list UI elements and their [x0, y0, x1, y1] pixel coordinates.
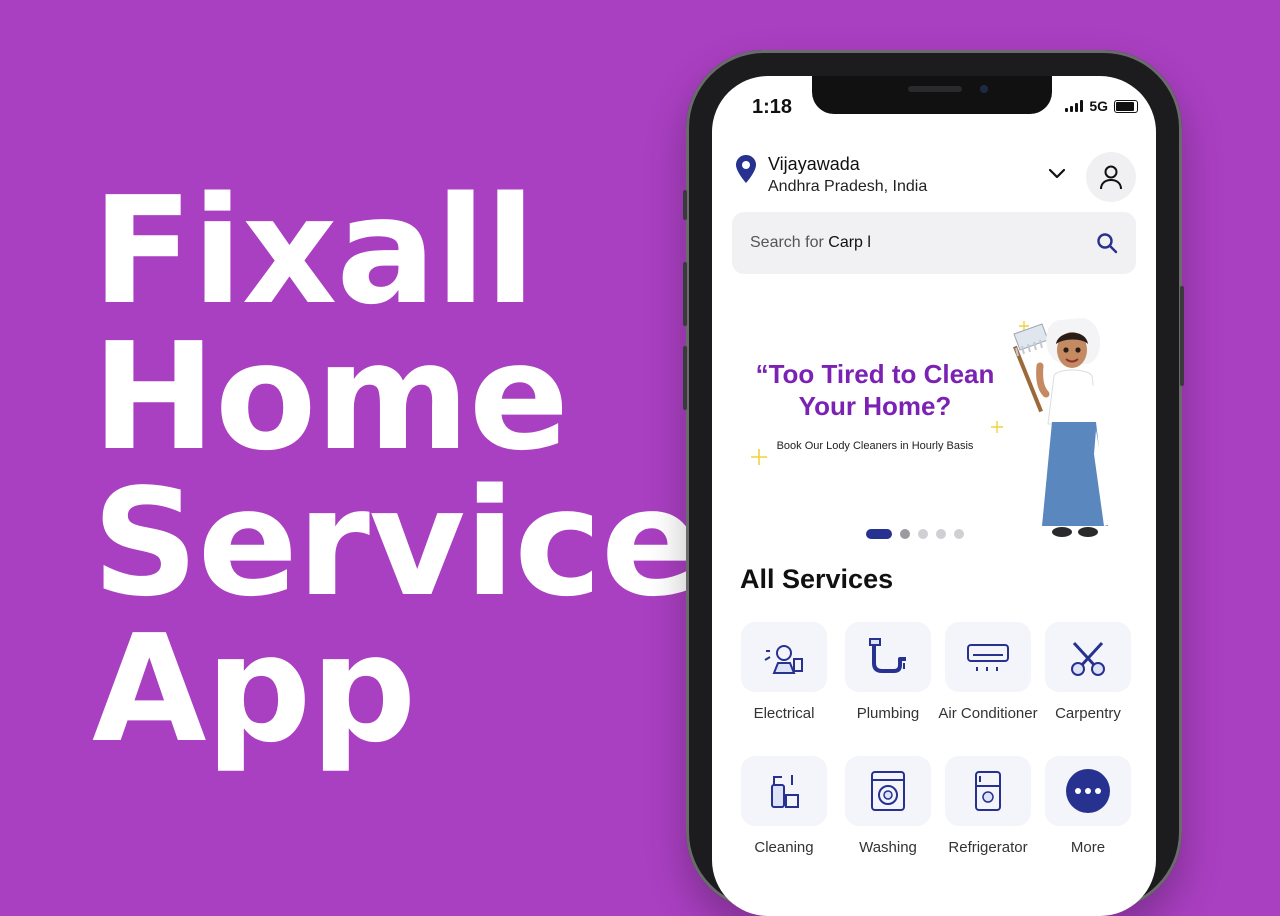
phone-volume-down	[683, 346, 687, 410]
phone-volume-up	[683, 262, 687, 326]
plumbing-icon	[869, 638, 906, 673]
search-icon[interactable]	[1096, 232, 1118, 254]
profile-button[interactable]	[1086, 152, 1136, 202]
service-tile	[1045, 622, 1131, 692]
cleaning-icon	[771, 775, 799, 808]
electrical-icon	[764, 645, 803, 674]
air-conditioner-icon	[967, 644, 1009, 671]
battery-icon	[1114, 99, 1138, 113]
user-icon	[1100, 165, 1122, 190]
phone-mute-switch	[683, 190, 687, 220]
search-prefix: Search for	[750, 234, 824, 251]
service-carpentry[interactable]: Carpentry	[1038, 622, 1138, 723]
chevron-down-icon[interactable]	[1046, 162, 1068, 184]
carousel-dot[interactable]	[900, 529, 910, 539]
search-query: Carp l	[828, 234, 871, 251]
network-label: 5G	[1089, 98, 1108, 114]
location-text: Vijayawada Andhra Pradesh, India	[768, 154, 927, 196]
service-electrical[interactable]: Electrical	[734, 622, 834, 723]
service-tile	[1045, 756, 1131, 826]
service-label: Plumbing	[856, 705, 920, 722]
hero-line-3: Services	[92, 457, 788, 629]
service-plumbing[interactable]: Plumbing	[838, 622, 938, 723]
service-tile	[945, 756, 1031, 826]
carousel-indicators	[866, 529, 964, 539]
section-title: All Services	[740, 564, 894, 594]
service-label: Air Conditioner	[938, 705, 1038, 722]
carousel-dot-active[interactable]	[866, 529, 892, 539]
refrigerator-icon	[975, 771, 1001, 811]
banner-subtitle: Book Our Lody Cleaners in Hourly Basis	[776, 440, 974, 452]
front-camera	[980, 85, 988, 93]
status-time: 1:18	[752, 96, 793, 118]
banner-headline: “Too Tired to Clean Your Home?	[755, 359, 995, 421]
phone-power-button	[1180, 286, 1184, 386]
service-tile	[741, 756, 827, 826]
carpentry-icon	[1071, 641, 1105, 676]
carousel-dot[interactable]	[954, 529, 964, 539]
service-tile	[741, 622, 827, 692]
service-label: More	[1070, 839, 1106, 856]
service-label: Refrigerator	[948, 839, 1028, 856]
service-tile	[945, 622, 1031, 692]
sparkle-icon	[991, 421, 1003, 433]
service-more[interactable]: More	[1038, 756, 1138, 857]
service-tile	[845, 622, 931, 692]
service-label: Carpentry	[1055, 705, 1121, 722]
location-city: Vijayawada	[768, 154, 860, 174]
service-tile	[845, 756, 931, 826]
carousel-dot[interactable]	[918, 529, 928, 539]
sparkle-icon	[751, 449, 767, 465]
signal-icon	[1065, 100, 1084, 112]
cleaner-illustration	[1013, 318, 1112, 537]
notch	[812, 76, 1052, 114]
service-label: Cleaning	[754, 839, 814, 856]
carousel-dot[interactable]	[936, 529, 946, 539]
location-state: Andhra Pradesh, India	[768, 178, 928, 195]
location-selector[interactable]: Vijayawada Andhra Pradesh, India	[734, 154, 927, 196]
service-washing[interactable]: Washing	[838, 756, 938, 857]
service-air-conditioner[interactable]: Air Conditioner	[938, 622, 1038, 723]
service-label: Electrical	[753, 705, 815, 722]
phone-screen: 1:18 5G Vijayawada Andhra Pradesh, India…	[712, 76, 1156, 916]
search-bar[interactable]: Search for Carp l	[732, 212, 1136, 274]
service-refrigerator[interactable]: Refrigerator	[938, 756, 1038, 857]
status-icons: 5G	[1065, 98, 1138, 114]
speaker	[908, 86, 962, 92]
location-pin-icon	[736, 155, 756, 183]
search-input[interactable]: Search for Carp l	[750, 234, 871, 252]
washing-machine-icon	[871, 771, 905, 811]
more-icon	[1066, 769, 1110, 813]
hero-line-4: App	[92, 603, 416, 775]
service-label: Washing	[859, 839, 917, 856]
service-cleaning[interactable]: Cleaning	[734, 756, 834, 857]
